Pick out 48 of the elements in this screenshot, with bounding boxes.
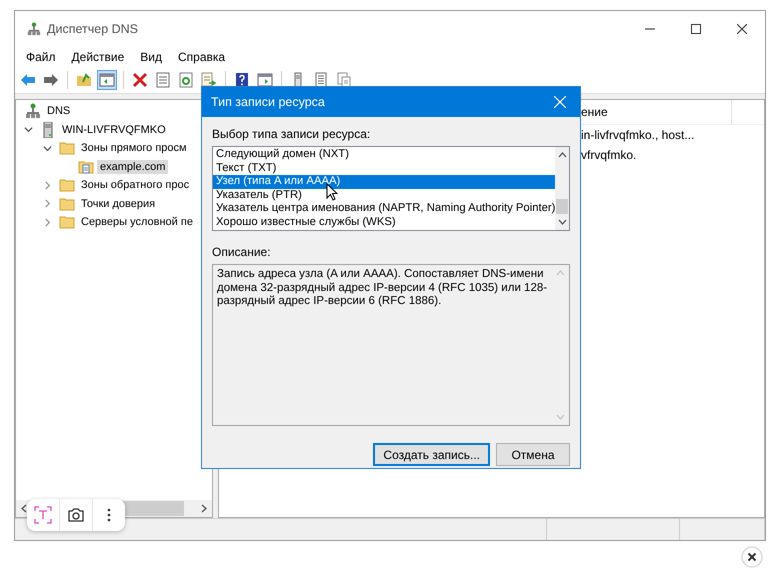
window-title: Диспетчер DNS [47,22,138,36]
tree-item[interactable]: DNS [44,104,74,118]
pane-icon[interactable] [97,70,117,90]
list-item[interactable]: Хорошо известные службы (WKS) [213,216,556,229]
scroll-left-icon[interactable] [21,504,27,513]
maximize-icon[interactable] [691,24,701,34]
list-item[interactable]: Указатель центра именования (NAPTR, Naming Authority Pointer) [213,202,556,216]
menu-item[interactable]: Вид [132,50,170,64]
table-cell: vfrvqfmko. [581,148,636,162]
tree-item[interactable]: example.com [97,160,168,174]
close-icon[interactable] [737,24,747,34]
list-item[interactable]: Текст (TXT) [213,162,556,175]
folder-icon [59,196,75,212]
zone-icon [78,158,94,175]
scroll-up-icon [556,270,565,276]
description-label: Описание: [212,245,271,259]
tree-item[interactable]: Точки доверия [78,196,158,211]
cancel-button[interactable]: Отмена [496,443,570,466]
tree-item[interactable]: Зоны обратного прос [78,178,192,192]
network-icon [27,22,41,36]
network-icon [25,103,41,120]
collapse-icon[interactable] [41,144,54,153]
menu-item[interactable]: Файл [18,50,64,64]
menu-item[interactable]: Справка [170,50,234,64]
list-item[interactable]: Указатель (PTR) [213,188,556,202]
tree-item[interactable]: Зоны прямого просм [78,141,190,156]
create-record-button[interactable]: Создать запись... [373,443,490,466]
folder-icon [59,140,75,156]
description-text: Запись адреса узла (A или AAAA). Сопоставляет DNS-имени домена 32-разрядный адрес IP-версии 4 (RFC 1035) или 128-разрядный адрес IP-версии 6 (RFC 1886). [216,267,548,309]
tree-item[interactable]: WIN-LIVFRVQFMKO [59,122,169,137]
list-item[interactable]: Следующий домен (NXT) [213,148,556,162]
dialog-title: Тип записи ресурса [211,95,325,109]
folder-icon [59,214,75,230]
scroll-right-icon[interactable] [201,504,207,513]
collapse-icon[interactable] [22,125,35,134]
list-label: Выбор типа записи ресурса: [212,127,370,141]
list-item[interactable]: Узел (типа A или AAAA) [213,175,556,188]
tree-item[interactable]: Серверы условной пе [78,215,196,230]
folder-icon [59,177,75,194]
scroll-down-icon [556,414,565,420]
vertical-scrollbar[interactable] [555,147,569,230]
record-type-list[interactable]: Следующий домен (NXT) Текст (TXT) Узел (типа A или AAAA) Указатель (PTR) Указатель центра именования (NAPTR, Naming Authority Pointer) Хорошо известные службы (WKS) [212,146,570,231]
table-cell: in-livfrvqfmko., host... [581,128,694,142]
delete-icon[interactable] [130,70,150,90]
scroll-up-icon[interactable] [558,152,567,158]
scrollbar-thumb[interactable] [556,199,568,214]
scroll-down-icon[interactable] [558,219,567,225]
menu-item[interactable]: Действие [64,50,132,64]
